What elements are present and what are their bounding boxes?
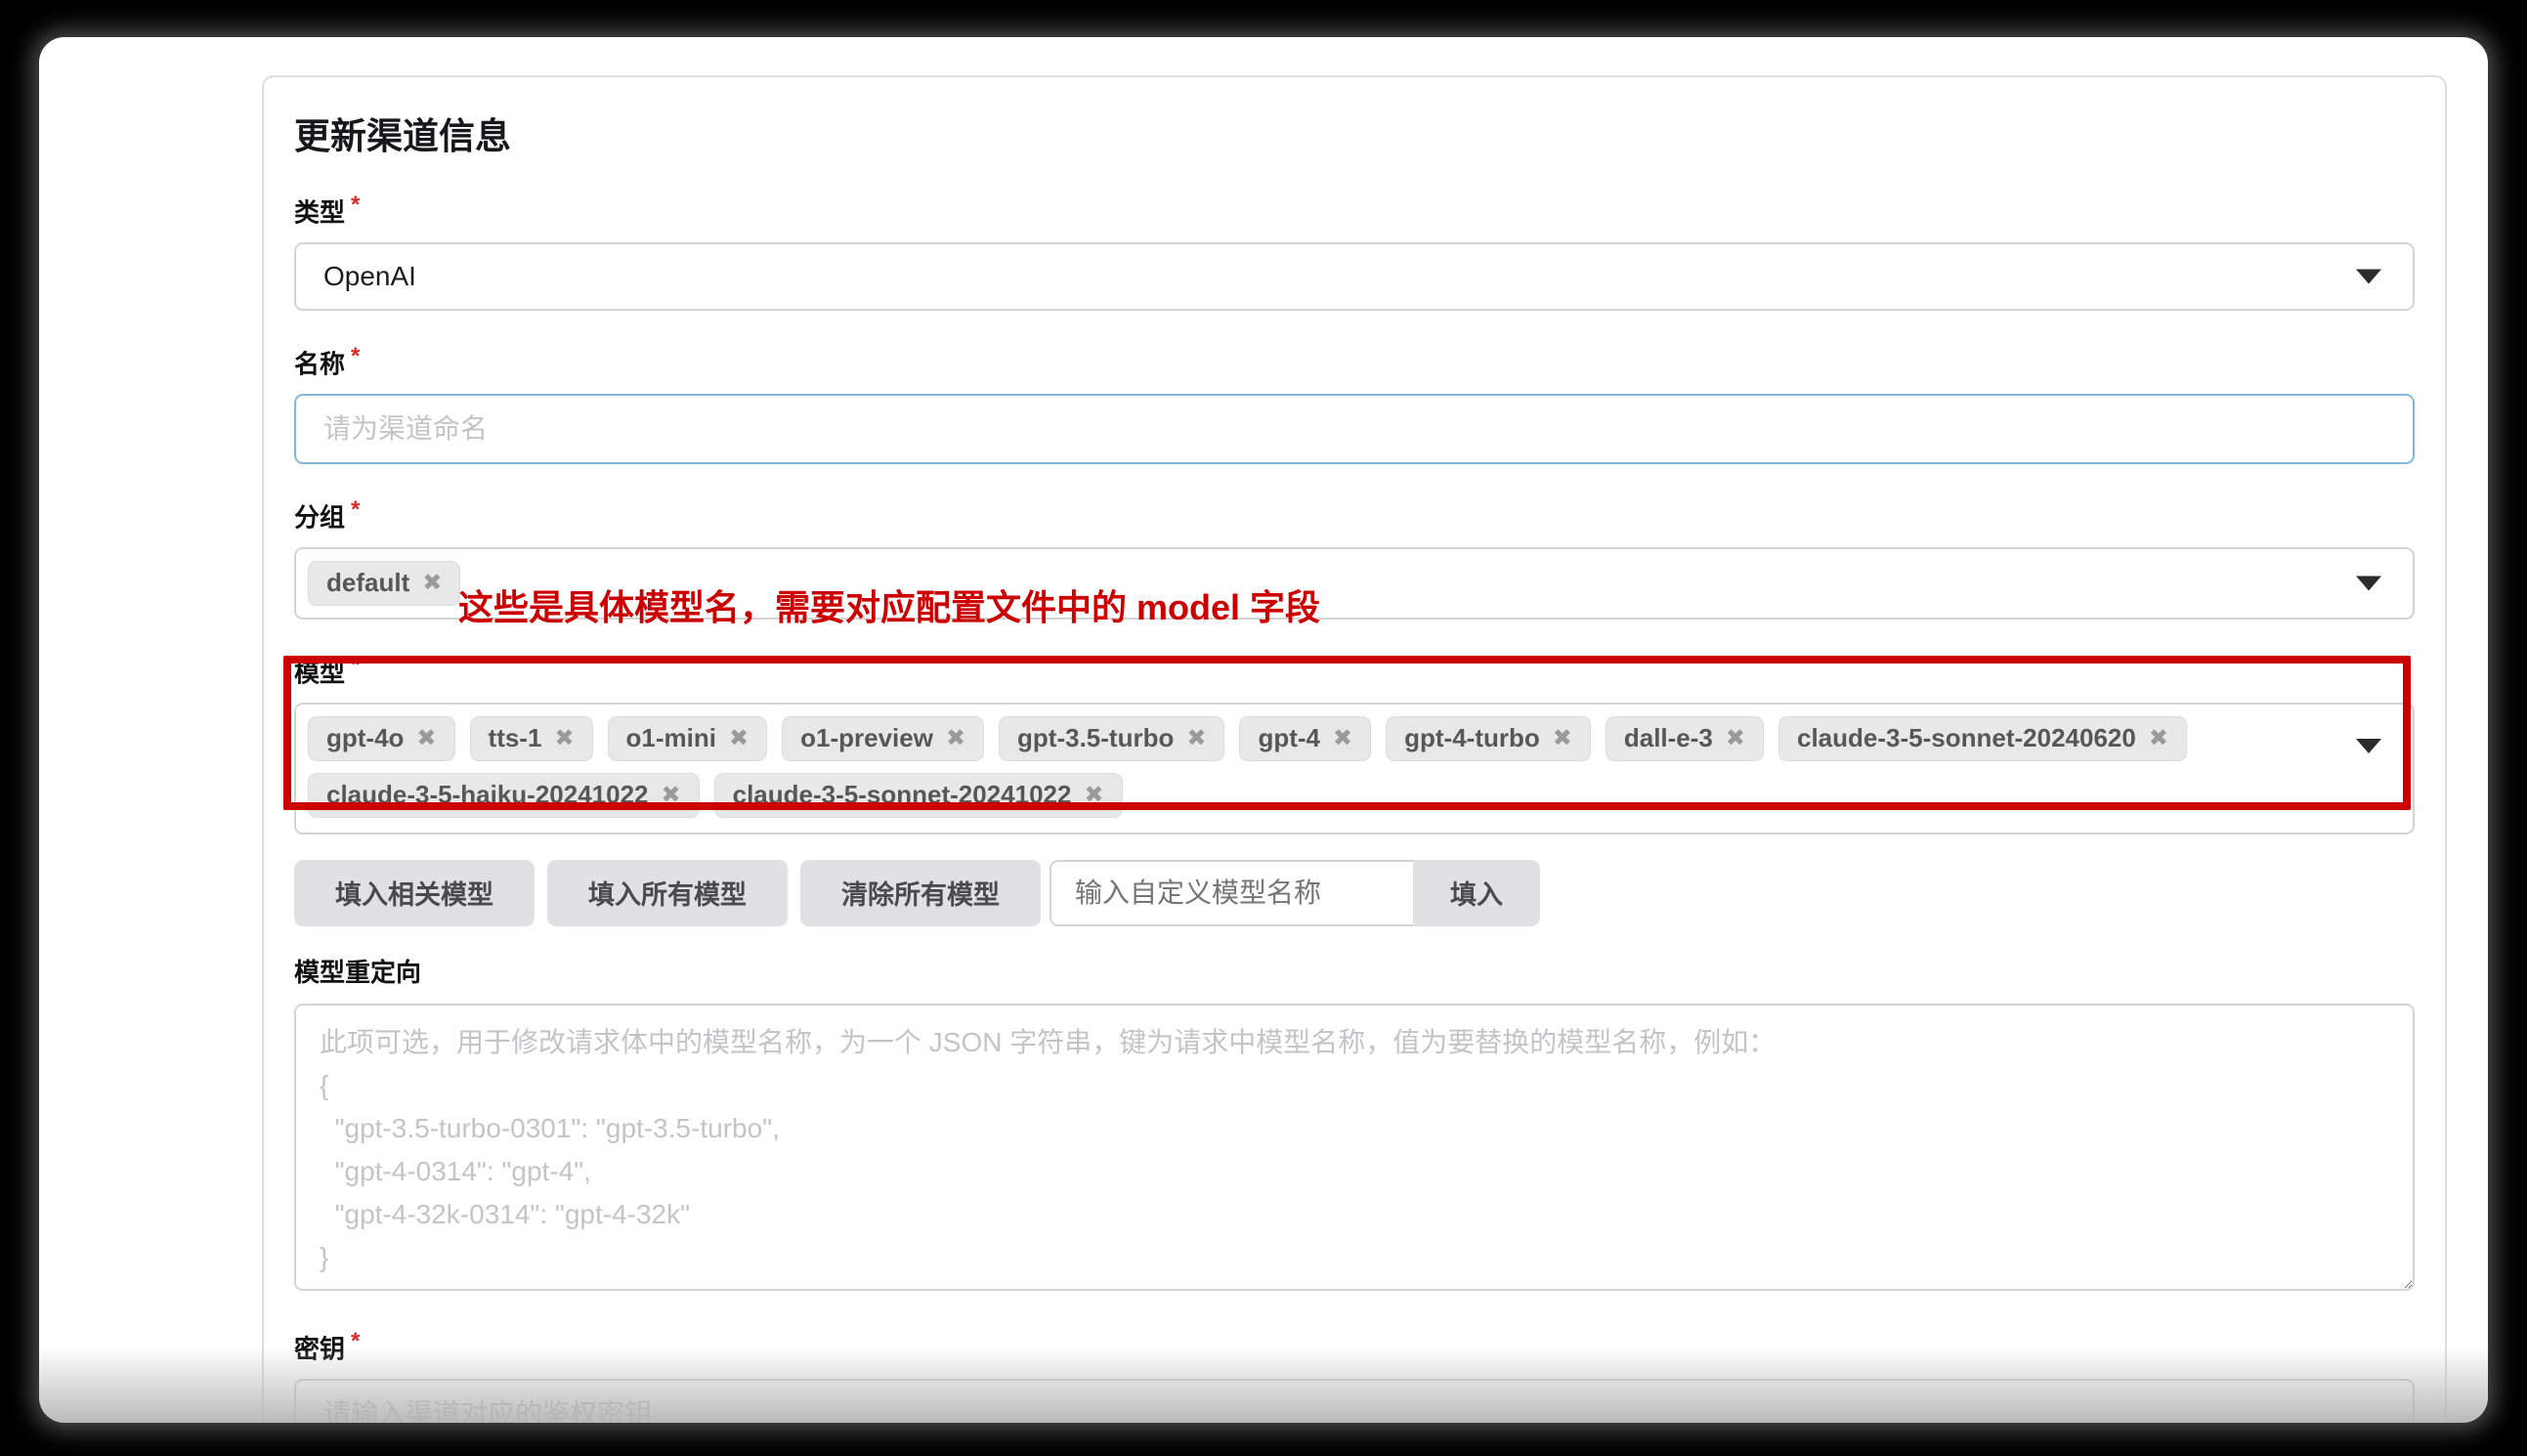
remove-tag-icon[interactable]: ✖ xyxy=(1333,727,1352,750)
remove-tag-icon[interactable]: ✖ xyxy=(946,727,965,750)
model-tag[interactable]: o1-mini ✖ xyxy=(608,716,768,761)
model-tag[interactable]: o1-preview ✖ xyxy=(782,716,984,761)
clear-all-models-button[interactable]: 清除所有模型 xyxy=(800,860,1041,926)
name-label: 名称* xyxy=(294,341,2415,380)
key-label: 密钥* xyxy=(294,1326,2415,1365)
tag-label: tts-1 xyxy=(489,723,542,753)
model-tag[interactable]: gpt-3.5-turbo ✖ xyxy=(999,716,1224,761)
tag-label: claude-3-5-sonnet-20241022 xyxy=(733,780,1072,810)
remove-tag-icon[interactable]: ✖ xyxy=(1084,784,1103,807)
model-tag[interactable]: claude-3-5-haiku-20241022 ✖ xyxy=(308,773,700,818)
group-tag[interactable]: default ✖ xyxy=(308,561,460,606)
model-tag[interactable]: dall-e-3 ✖ xyxy=(1606,716,1764,761)
model-tag[interactable]: gpt-4o ✖ xyxy=(308,716,455,761)
tag-label: o1-preview xyxy=(800,723,933,753)
required-asterisk: * xyxy=(351,343,360,369)
channel-form-card: 更新渠道信息 类型* OpenAI 名称* 分组* default ✖ 模型* xyxy=(262,75,2447,1423)
redirect-label: 模型重定向 xyxy=(294,957,2415,988)
model-buttons-row: 填入相关模型 填入所有模型 清除所有模型 填入 xyxy=(294,860,2415,926)
models-label: 模型* xyxy=(294,650,2415,689)
models-select[interactable]: gpt-4o ✖ tts-1 ✖ o1-mini ✖ o1-previ xyxy=(294,703,2415,835)
remove-tag-icon[interactable]: ✖ xyxy=(1553,727,1572,750)
remove-tag-icon[interactable]: ✖ xyxy=(554,727,574,750)
page-title: 更新渠道信息 xyxy=(294,114,2415,159)
tag-label: gpt-3.5-turbo xyxy=(1017,723,1174,753)
chevron-down-icon xyxy=(2356,269,2381,283)
tag-label: o1-mini xyxy=(626,723,716,753)
fill-related-models-button[interactable]: 填入相关模型 xyxy=(294,860,535,926)
annotation-text: 这些是具体模型名，需要对应配置文件中的 model 字段 xyxy=(458,579,1320,630)
remove-tag-icon[interactable]: ✖ xyxy=(2149,727,2168,750)
tag-label: claude-3-5-haiku-20241022 xyxy=(326,780,649,810)
required-asterisk: * xyxy=(351,652,360,678)
tag-label: gpt-4 xyxy=(1258,723,1320,753)
chevron-down-icon xyxy=(2356,576,2381,590)
model-redirect-textarea[interactable] xyxy=(294,1004,2415,1291)
custom-model-group: 填入 xyxy=(1049,860,1540,926)
remove-tag-icon[interactable]: ✖ xyxy=(729,727,749,750)
remove-tag-icon[interactable]: ✖ xyxy=(422,572,442,595)
model-tag[interactable]: claude-3-5-sonnet-20240620 ✖ xyxy=(1778,716,2187,761)
type-select[interactable]: OpenAI xyxy=(294,242,2415,311)
model-tag[interactable]: gpt-4-turbo ✖ xyxy=(1386,716,1591,761)
remove-tag-icon[interactable]: ✖ xyxy=(662,784,681,807)
name-input[interactable] xyxy=(294,394,2415,464)
required-asterisk: * xyxy=(351,192,360,218)
custom-model-input[interactable] xyxy=(1049,860,1413,926)
remove-tag-icon[interactable]: ✖ xyxy=(416,727,436,750)
type-select-value: OpenAI xyxy=(323,261,416,292)
model-tag[interactable]: gpt-4 ✖ xyxy=(1239,716,1371,761)
model-tag[interactable]: claude-3-5-sonnet-20241022 ✖ xyxy=(714,773,1123,818)
model-tag-list: gpt-4o ✖ tts-1 ✖ o1-mini ✖ o1-previ xyxy=(308,716,2344,818)
chevron-down-icon xyxy=(2356,739,2381,753)
key-input[interactable] xyxy=(294,1379,2415,1423)
fill-all-models-button[interactable]: 填入所有模型 xyxy=(547,860,788,926)
type-label: 类型* xyxy=(294,190,2415,229)
required-asterisk: * xyxy=(351,496,360,523)
group-label: 分组* xyxy=(294,494,2415,534)
model-tag[interactable]: tts-1 ✖ xyxy=(470,716,593,761)
app-window: 更新渠道信息 类型* OpenAI 名称* 分组* default ✖ 模型* xyxy=(39,37,2488,1423)
required-asterisk: * xyxy=(351,1328,360,1354)
tag-label: dall-e-3 xyxy=(1624,723,1713,753)
remove-tag-icon[interactable]: ✖ xyxy=(1186,727,1206,750)
tag-label: default xyxy=(326,568,409,598)
fill-custom-model-button[interactable]: 填入 xyxy=(1413,860,1540,926)
tag-label: gpt-4-turbo xyxy=(1404,723,1540,753)
tag-label: claude-3-5-sonnet-20240620 xyxy=(1797,723,2136,753)
tag-label: gpt-4o xyxy=(326,723,404,753)
remove-tag-icon[interactable]: ✖ xyxy=(1726,727,1745,750)
